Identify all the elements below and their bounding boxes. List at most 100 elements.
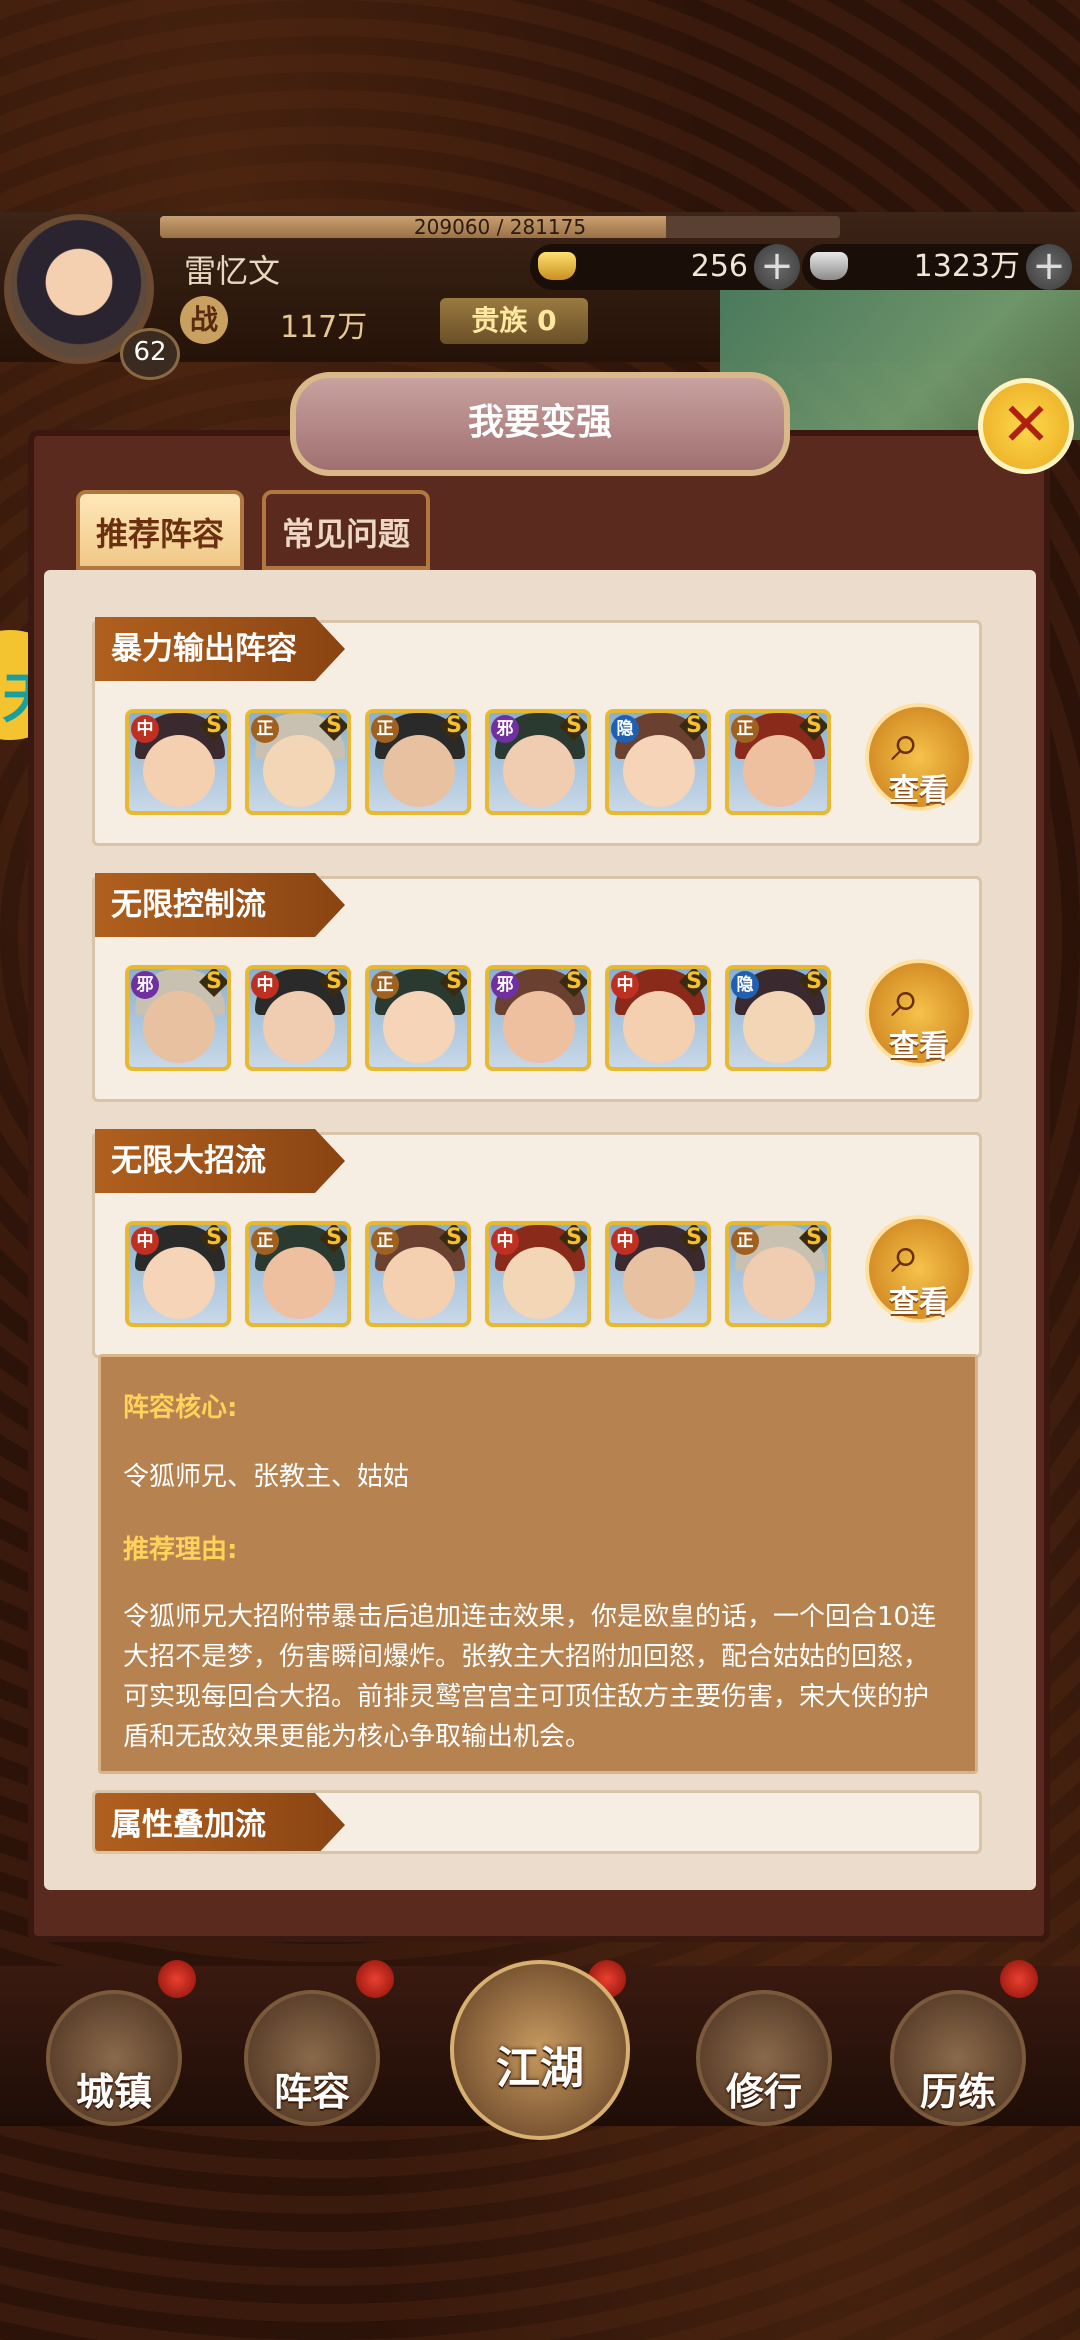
hero-face [503,991,575,1063]
player-level-badge: 62 [120,328,180,380]
hero-portrait[interactable]: 正S [245,1221,351,1327]
faction-badge: 中 [131,1227,159,1255]
lineup-card-partial[interactable]: 属性叠加流 [92,1790,982,1854]
hero-face [383,991,455,1063]
hero-face [143,991,215,1063]
hero-portrait[interactable]: 邪S [485,709,591,815]
notification-dot [356,1960,394,1998]
hero-portrait[interactable]: 中S [245,965,351,1071]
silver-add-button[interactable]: + [1026,244,1072,290]
tab-recommended-lineup[interactable]: 推荐阵容 [76,490,244,570]
reason-text: 令狐师兄大招附带暴击后追加连击效果，你是欧皇的话，一个回合10连大招不是梦，伤害… [123,1602,937,1752]
faction-badge: 隐 [731,971,759,999]
dialog-title-plate: 我要变强 [290,372,790,476]
player-name: 雷忆文 [184,252,281,290]
faction-badge: 邪 [491,971,519,999]
hero-face [263,991,335,1063]
lineup-name: 无限大招流 [95,1129,345,1193]
faction-badge: 正 [371,971,399,999]
hero-portrait[interactable]: 邪S [125,965,231,1071]
hero-portrait[interactable]: 隐S [725,965,831,1071]
hero-portrait[interactable]: 中S [485,1221,591,1327]
view-lineup-button[interactable]: ⌕ 查看 [865,959,973,1067]
faction-badge: 正 [371,1227,399,1255]
lineup-name: 属性叠加流 [95,1793,345,1851]
hero-portrait[interactable]: 中S [605,1221,711,1327]
noble-badge[interactable]: 贵族 0 [440,298,588,344]
reason-heading: 推荐理由: [123,1535,238,1565]
exp-text: 209060 / 281175 [413,216,587,238]
view-label: 查看 [889,1285,949,1320]
hero-face [623,735,695,807]
hero-face [143,735,215,807]
lineup-detail-box: 阵容核心: 令狐师兄、张教主、姑姑 推荐理由: 令狐师兄大招附带暴击后追加连击效… [98,1354,978,1774]
silver-ingot-icon [810,252,848,280]
hero-portrait[interactable]: 隐S [605,709,711,815]
gold-ingot-icon [538,252,576,280]
view-label: 查看 [889,1029,949,1064]
exp-bar: 209060 / 281175 [160,216,840,238]
view-label: 查看 [889,773,949,808]
hero-portrait[interactable]: 中S [605,965,711,1071]
nav-label: 阵容 [273,2070,350,2114]
faction-badge: 中 [491,1227,519,1255]
hero-portrait[interactable]: 正S [365,709,471,815]
hero-face [143,1247,215,1319]
lineup-name: 无限控制流 [95,873,345,937]
nav-practice[interactable]: 修行 [696,1990,832,2126]
hero-portrait[interactable]: 邪S [485,965,591,1071]
faction-badge: 邪 [491,715,519,743]
power-icon: 战 [180,296,228,344]
hero-face [263,1247,335,1319]
notification-dot [158,1960,196,1998]
lineup-card: 无限控制流邪 S 中 S 正 S 邪 S 中 S 隐 S ⌕ 查看 [92,873,982,1102]
tab-faq[interactable]: 常见问题 [262,490,430,570]
faction-badge: 正 [251,1227,279,1255]
hero-face [383,735,455,807]
nav-label: 江湖 [496,2043,584,2094]
hero-face [263,735,335,807]
faction-badge: 隐 [611,715,639,743]
nav-label: 历练 [919,2070,996,2114]
nav-lineup[interactable]: 阵容 [244,1990,380,2126]
hero-face [503,735,575,807]
hero-face [623,991,695,1063]
hero-face [623,1247,695,1319]
gold-value: 256 [690,249,748,284]
close-button[interactable]: ✕ [978,378,1074,474]
nav-jianghu[interactable]: 江湖 [450,1960,630,2140]
faction-badge: 邪 [131,971,159,999]
nav-label: 修行 [725,2070,802,2114]
faction-badge: 正 [731,1227,759,1255]
lineup-card: 暴力输出阵容中 S 正 S 正 S 邪 S 隐 S 正 S ⌕ 查看 [92,617,982,846]
hero-portrait[interactable]: 中S [125,709,231,815]
core-text: 令狐师兄、张教主、姑姑 [123,1462,410,1492]
lineup-name: 暴力输出阵容 [95,617,345,681]
nav-training[interactable]: 历练 [890,1990,1026,2126]
hero-portrait[interactable]: 正S [365,1221,471,1327]
hero-face [383,1247,455,1319]
faction-badge: 中 [131,715,159,743]
view-lineup-button[interactable]: ⌕ 查看 [865,1215,973,1323]
combat-power: 战 117万 [180,294,420,346]
hero-portrait[interactable]: 正S [365,965,471,1071]
faction-badge: 正 [731,715,759,743]
notification-dot [1000,1960,1038,1998]
faction-badge: 中 [611,971,639,999]
lineup-card: 无限大招流中 S 正 S 正 S 中 S 中 S 正 S ⌕ 查看 [92,1129,982,1358]
hero-face [743,1247,815,1319]
core-heading: 阵容核心: [123,1393,238,1423]
nav-town[interactable]: 城镇 [46,1990,182,2126]
hero-face [743,735,815,807]
gold-resource: 256 + [530,244,800,290]
view-lineup-button[interactable]: ⌕ 查看 [865,703,973,811]
hero-portrait[interactable]: 正S [725,709,831,815]
silver-resource: 1323万 + [802,244,1072,290]
faction-badge: 正 [371,715,399,743]
hero-face [743,991,815,1063]
hero-portrait[interactable]: 中S [125,1221,231,1327]
hero-portrait[interactable]: 正S [725,1221,831,1327]
nav-label: 城镇 [75,2070,152,2114]
gold-add-button[interactable]: + [754,244,800,290]
hero-portrait[interactable]: 正S [245,709,351,815]
